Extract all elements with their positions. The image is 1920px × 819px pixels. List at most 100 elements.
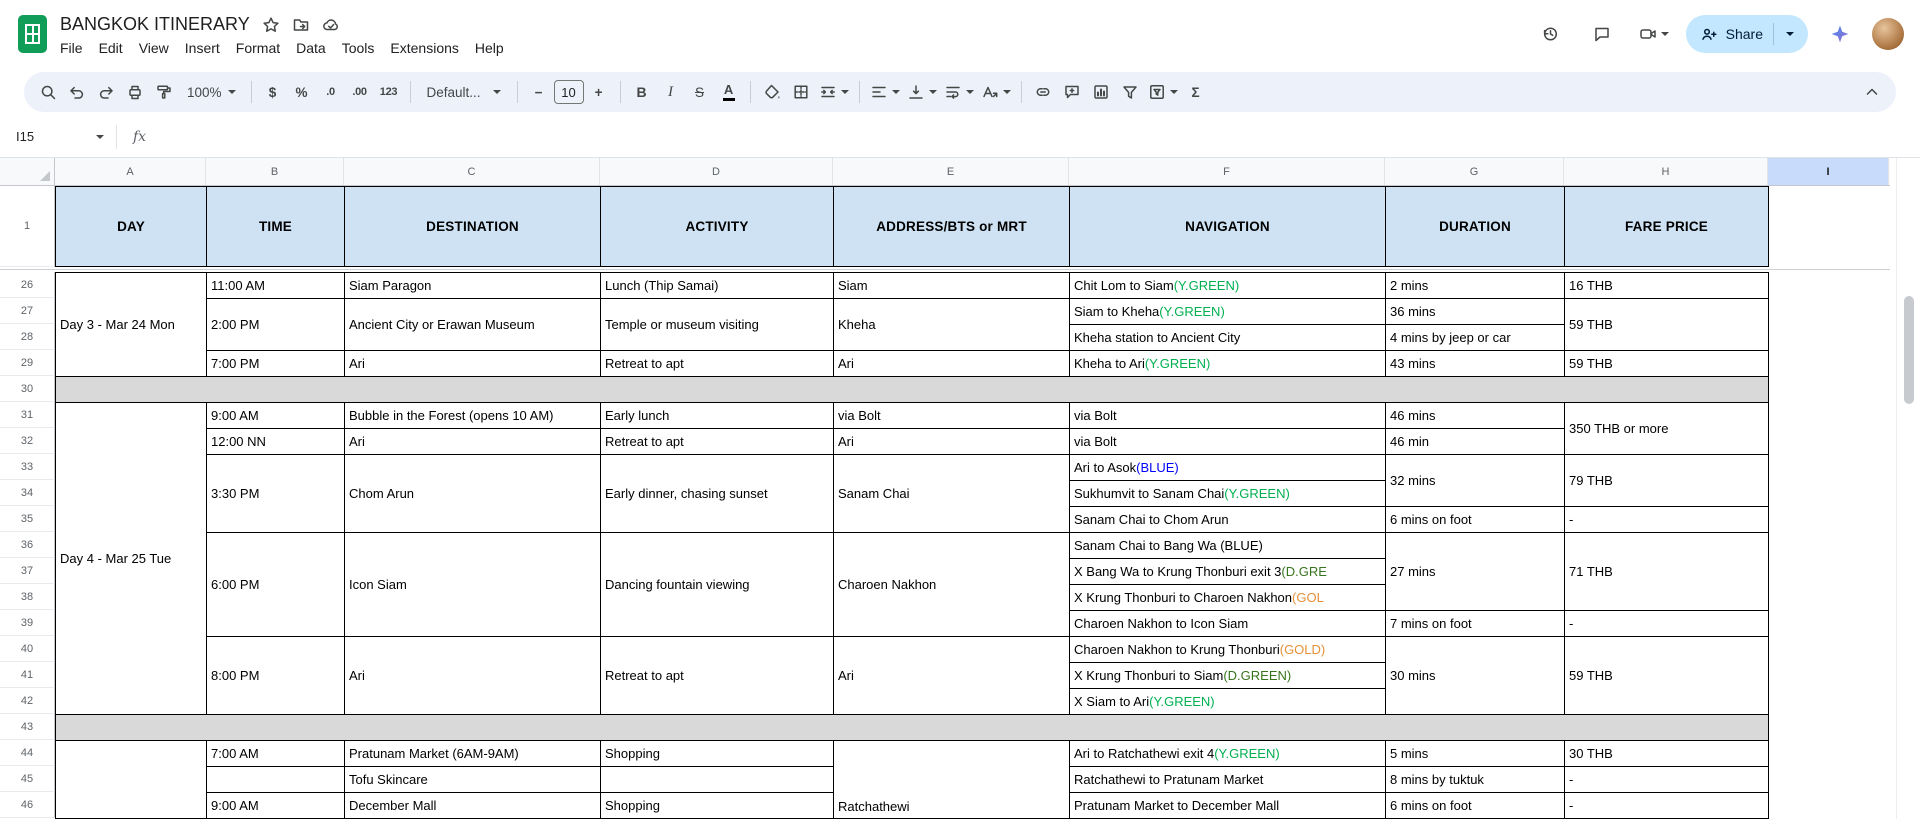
borders-button[interactable] — [787, 78, 815, 106]
row-header-42[interactable]: 42 — [0, 688, 55, 714]
cell-E36[interactable]: Charoen Nakhon — [833, 532, 1070, 637]
insert-chart-button[interactable] — [1087, 78, 1115, 106]
cell-E44[interactable]: Ratchathewi — [833, 740, 1070, 819]
header-cell-D[interactable]: ACTIVITY — [600, 186, 834, 267]
cell-G35[interactable]: 6 mins on foot — [1385, 506, 1565, 533]
cell-G44[interactable]: 5 mins — [1385, 740, 1565, 767]
cell-B44[interactable]: 7:00 AM — [206, 740, 345, 767]
cell-B33[interactable]: 3:30 PM — [206, 454, 345, 533]
horizontal-align-button[interactable] — [867, 78, 903, 106]
header-cell-G[interactable]: DURATION — [1385, 186, 1565, 267]
cell-G27[interactable]: 36 mins — [1385, 298, 1565, 325]
cell-B26[interactable]: 11:00 AM — [206, 272, 345, 299]
comments-button[interactable] — [1582, 14, 1622, 54]
cell-E40[interactable]: Ari — [833, 636, 1070, 715]
create-filter-button[interactable] — [1116, 78, 1144, 106]
cell-D27[interactable]: Temple or museum visiting — [600, 298, 834, 351]
menu-tools[interactable]: Tools — [334, 39, 383, 57]
cell-D26[interactable]: Lunch (Thip Samai) — [600, 272, 834, 299]
cell-C27[interactable]: Ancient City or Erawan Museum — [344, 298, 601, 351]
cell-G26[interactable]: 2 mins — [1385, 272, 1565, 299]
cell-F27[interactable]: Siam to Kheha (Y.GREEN) — [1069, 298, 1386, 325]
cell-F33[interactable]: Ari to Asok (BLUE) — [1069, 454, 1386, 481]
zoom-select[interactable]: 100% — [179, 78, 244, 106]
row-header-46[interactable]: 46 — [0, 792, 55, 818]
document-title[interactable]: BANGKOK ITINERARY — [60, 14, 250, 35]
font-family-select[interactable]: Default... — [418, 78, 510, 106]
cell-F39[interactable]: Charoen Nakhon to Icon Siam — [1069, 610, 1386, 637]
cell-D45[interactable] — [600, 766, 834, 793]
header-cell-A[interactable]: DAY — [55, 186, 207, 267]
cell-F36[interactable]: Sanam Chai to Bang Wa (BLUE) — [1069, 532, 1386, 559]
cell-H26[interactable]: 16 THB — [1564, 272, 1769, 299]
menu-edit[interactable]: Edit — [91, 39, 131, 57]
strikethrough-button[interactable]: S — [686, 78, 714, 106]
row-header-30[interactable]: 30 — [0, 376, 55, 402]
cell-F45[interactable]: Ratchathewi to Pratunam Market — [1069, 766, 1386, 793]
avatar[interactable] — [1872, 18, 1904, 50]
cell-G32[interactable]: 46 min — [1385, 428, 1565, 455]
cell-D36[interactable]: Dancing fountain viewing — [600, 532, 834, 637]
cell-F40[interactable]: Charoen Nakhon to Krung Thonburi (GOLD) — [1069, 636, 1386, 663]
decrease-font-size-button[interactable]: − — [525, 78, 553, 106]
cell-D40[interactable]: Retreat to apt — [600, 636, 834, 715]
cell-A26[interactable]: Day 3 - Mar 24 Mon — [55, 272, 207, 377]
menu-help[interactable]: Help — [467, 39, 512, 57]
vertical-scrollbar[interactable] — [1896, 158, 1920, 819]
cell-B27[interactable]: 2:00 PM — [206, 298, 345, 351]
name-box[interactable]: I15 — [0, 129, 104, 144]
cell-F42[interactable]: X Siam to Ari (Y.GREEN) — [1069, 688, 1386, 715]
merge-cells-button[interactable] — [816, 78, 852, 106]
header-cell-H[interactable]: FARE PRICE — [1564, 186, 1769, 267]
cell-G36[interactable]: 27 mins — [1385, 532, 1565, 611]
text-wrap-button[interactable] — [941, 78, 977, 106]
cell-H44[interactable]: 30 THB — [1564, 740, 1769, 767]
row-header-1[interactable]: 1 — [0, 186, 55, 267]
font-size-input[interactable]: 10 — [553, 80, 584, 104]
cell-E26[interactable]: Siam — [833, 272, 1070, 299]
sheets-logo-icon[interactable] — [18, 15, 47, 53]
cell-H45[interactable]: - — [1564, 766, 1769, 793]
cloud-status-icon[interactable] — [322, 16, 340, 34]
menu-extensions[interactable]: Extensions — [382, 39, 466, 57]
cell-B45[interactable] — [206, 766, 345, 793]
format-currency-button[interactable]: $ — [259, 78, 287, 106]
cell-H29[interactable]: 59 THB — [1564, 350, 1769, 377]
cell-E31[interactable]: via Bolt — [833, 402, 1070, 429]
cell-E32[interactable]: Ari — [833, 428, 1070, 455]
cell-F32[interactable]: via Bolt — [1069, 428, 1386, 455]
row-header-45[interactable]: 45 — [0, 766, 55, 792]
cell-D31[interactable]: Early lunch — [600, 402, 834, 429]
cell-H31[interactable]: 350 THB or more — [1564, 402, 1769, 455]
cell-H46[interactable]: - — [1564, 792, 1769, 819]
print-button[interactable] — [121, 78, 149, 106]
decrease-decimals-button[interactable]: .0 — [317, 78, 345, 106]
cell-D44[interactable]: Shopping — [600, 740, 834, 767]
cell-D29[interactable]: Retreat to apt — [600, 350, 834, 377]
cell-F34[interactable]: Sukhumvit to Sanam Chai (Y.GREEN) — [1069, 480, 1386, 507]
cell-H35[interactable]: - — [1564, 506, 1769, 533]
search-menus-button[interactable] — [34, 78, 62, 106]
row-header-38[interactable]: 38 — [0, 584, 55, 610]
cell-C33[interactable]: Chom Arun — [344, 454, 601, 533]
undo-button[interactable] — [63, 78, 91, 106]
cell-H40[interactable]: 59 THB — [1564, 636, 1769, 715]
menu-format[interactable]: Format — [228, 39, 288, 57]
paint-format-button[interactable] — [150, 78, 178, 106]
text-rotation-button[interactable] — [978, 78, 1014, 106]
redo-button[interactable] — [92, 78, 120, 106]
cell-F44[interactable]: Ari to Ratchathewi exit 4 (Y.GREEN) — [1069, 740, 1386, 767]
cell-C31[interactable]: Bubble in the Forest (opens 10 AM) — [344, 402, 601, 429]
gemini-button[interactable] — [1820, 14, 1860, 54]
row-header-35[interactable]: 35 — [0, 506, 55, 532]
functions-button[interactable]: Σ — [1182, 78, 1210, 106]
row-header-27[interactable]: 27 — [0, 298, 55, 324]
cell-F46[interactable]: Pratunam Market to December Mall — [1069, 792, 1386, 819]
cell-F28[interactable]: Kheha station to Ancient City — [1069, 324, 1386, 351]
cell-F35[interactable]: Sanam Chai to Chom Arun — [1069, 506, 1386, 533]
cell-E33[interactable]: Sanam Chai — [833, 454, 1070, 533]
cell-C45[interactable]: Tofu Skincare — [344, 766, 601, 793]
cell-F31[interactable]: via Bolt — [1069, 402, 1386, 429]
cell-B32[interactable]: 12:00 NN — [206, 428, 345, 455]
cell-F41[interactable]: X Krung Thonburi to Siam (D.GREEN) — [1069, 662, 1386, 689]
